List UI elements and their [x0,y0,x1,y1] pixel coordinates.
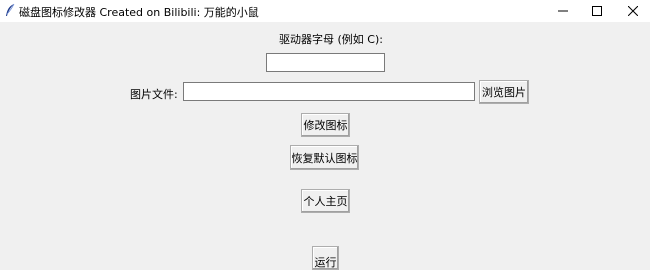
maximize-button[interactable] [580,0,614,22]
browse-image-button[interactable]: 浏览图片 [479,80,529,104]
drive-letter-input[interactable] [266,53,385,72]
feather-icon [4,3,16,18]
minimize-button[interactable] [546,0,580,22]
modify-icon-button[interactable]: 修改图标 [301,113,350,137]
window-title: 磁盘图标修改器 Created on Bilibili: 万能的小鼠 [19,6,259,19]
close-button[interactable] [616,0,650,22]
image-file-label: 图片文件: [130,88,178,101]
title-bar: 磁盘图标修改器 Created on Bilibili: 万能的小鼠 [0,0,650,22]
close-icon [628,6,638,16]
drive-letter-label: 驱动器字母 (例如 C): [279,33,383,46]
minimize-icon [558,10,568,12]
image-file-input[interactable] [183,82,475,101]
bottom-button[interactable]: 运行 [312,246,339,270]
restore-default-icon-button[interactable]: 恢复默认图标 [290,145,359,170]
homepage-button[interactable]: 个人主页 [301,189,350,213]
maximize-icon [592,6,602,16]
